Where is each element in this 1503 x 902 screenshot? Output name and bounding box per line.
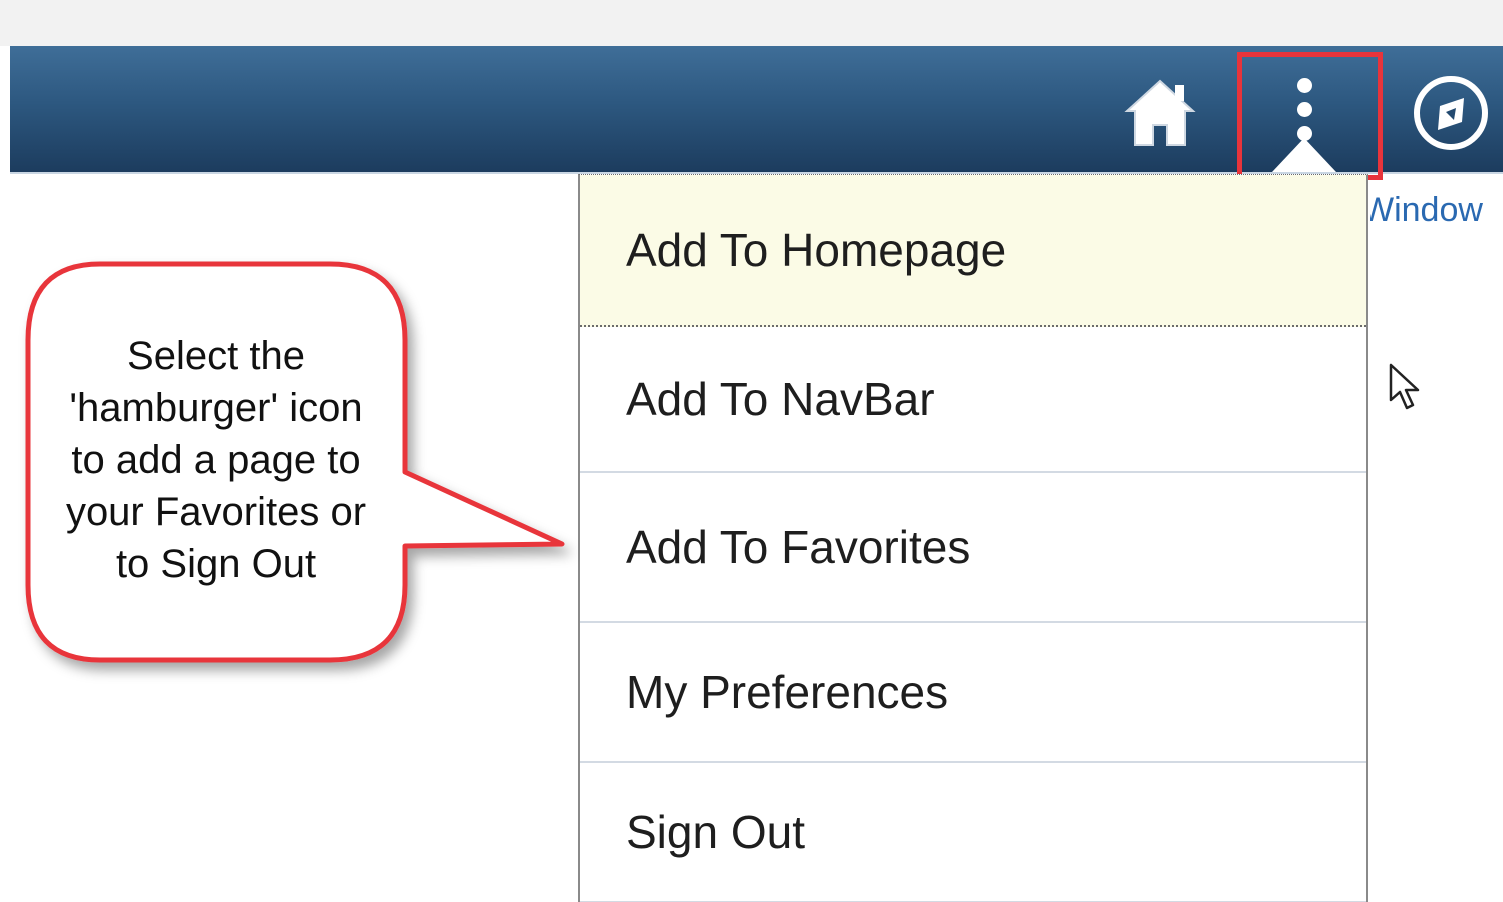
- menu-item-add-to-homepage[interactable]: Add To Homepage: [580, 175, 1366, 327]
- menu-item-label: Add To Homepage: [626, 224, 1007, 276]
- callout-line: to add a page to: [71, 438, 361, 482]
- menu-item-label: Add To Favorites: [626, 521, 971, 573]
- callout-line: your Favorites or: [65, 490, 367, 534]
- browser-strip: [0, 0, 1503, 46]
- callout-text: Select the 'hamburger' icon to add a pag…: [40, 330, 392, 590]
- compass-icon: [1414, 76, 1488, 150]
- menu-item-my-preferences[interactable]: My Preferences: [580, 623, 1366, 763]
- mouse-pointer-icon: [1389, 363, 1420, 410]
- actions-menu-button[interactable]: [1260, 60, 1350, 172]
- new-window-link[interactable]: Window: [1370, 190, 1503, 230]
- menu-item-label: Add To NavBar: [626, 373, 935, 425]
- callout-line: to Sign Out: [115, 542, 317, 586]
- menu-item-add-to-favorites[interactable]: Add To Favorites: [580, 473, 1366, 623]
- callout-line: Select the: [127, 334, 305, 378]
- navbar-button[interactable]: [1410, 72, 1492, 154]
- menu-item-sign-out[interactable]: Sign Out: [580, 763, 1366, 902]
- menu-pointer-caret: [1272, 138, 1336, 172]
- page: Window Add To Homepage Add To NavBar Add…: [0, 0, 1503, 902]
- home-button[interactable]: [1115, 70, 1205, 154]
- menu-item-label: Sign Out: [626, 806, 805, 858]
- callout-line: 'hamburger' icon: [69, 386, 363, 430]
- menu-item-label: My Preferences: [626, 666, 949, 718]
- actions-dropdown-menu: Add To Homepage Add To NavBar Add To Fav…: [578, 174, 1368, 902]
- home-icon: [1124, 79, 1196, 146]
- window-link-text: Window: [1370, 191, 1483, 229]
- menu-item-add-to-navbar[interactable]: Add To NavBar: [580, 327, 1366, 473]
